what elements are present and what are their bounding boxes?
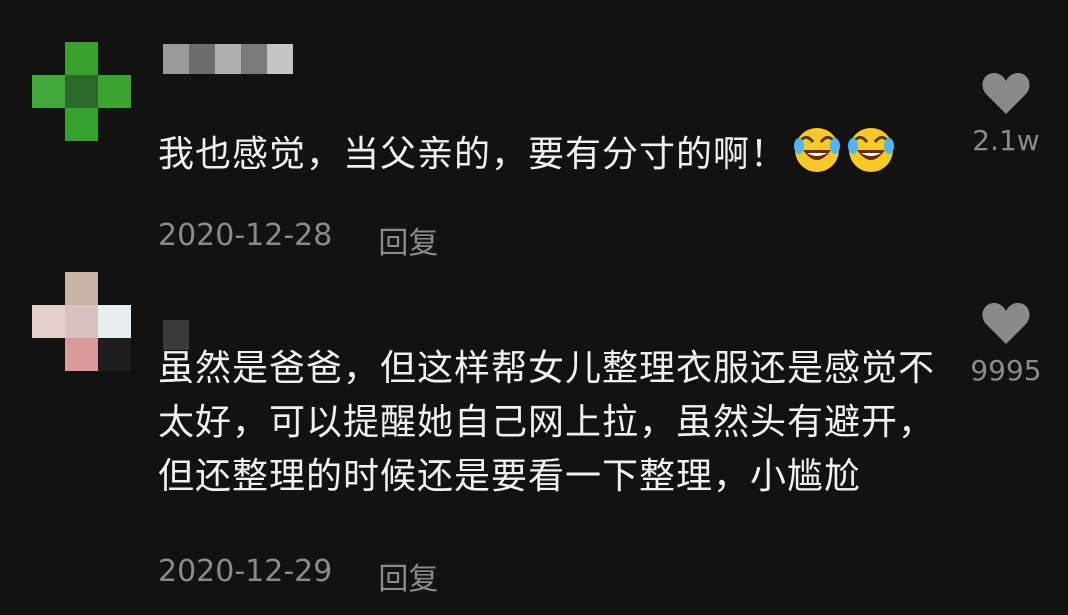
like-count: 2.1w	[972, 124, 1040, 157]
reply-button[interactable]: 回复	[378, 218, 438, 262]
comment-date: 2020-12-29	[158, 554, 333, 589]
reply-button[interactable]: 回复	[378, 554, 438, 598]
heart-icon	[982, 73, 1030, 114]
avatar[interactable]	[32, 42, 131, 141]
like-count: 9995	[970, 354, 1042, 387]
comment-date: 2020-12-28	[158, 218, 333, 253]
heart-icon	[982, 303, 1030, 344]
avatar[interactable]	[32, 272, 131, 371]
comment-text: 虽然是爸爸，但这样帮女儿整理衣服还是感觉不太好，可以提醒她自己网上拉，虽然头有避…	[158, 348, 936, 497]
username-blurred[interactable]	[163, 44, 293, 74]
comment-item: 虽然是爸爸，但这样帮女儿整理衣服还是感觉不太好，可以提醒她自己网上拉，虽然头有避…	[0, 270, 1068, 615]
comment-meta: 2020-12-29 回复	[158, 554, 438, 598]
comment-text: 我也感觉，当父亲的，要有分寸的啊！	[158, 126, 895, 182]
comment-meta: 2020-12-28 回复	[158, 218, 438, 262]
laughing-tears-emoji-icon	[847, 126, 895, 174]
laughing-tears-emoji-icon	[793, 126, 841, 174]
comment-item: 我也感觉，当父亲的，要有分寸的啊！ 2020-12-28 回复 2.1w	[0, 0, 1068, 270]
like-button[interactable]: 2.1w	[956, 70, 1056, 157]
like-button[interactable]: 9995	[956, 300, 1056, 387]
comment-text-body: 我也感觉，当父亲的，要有分寸的啊！	[158, 134, 788, 175]
